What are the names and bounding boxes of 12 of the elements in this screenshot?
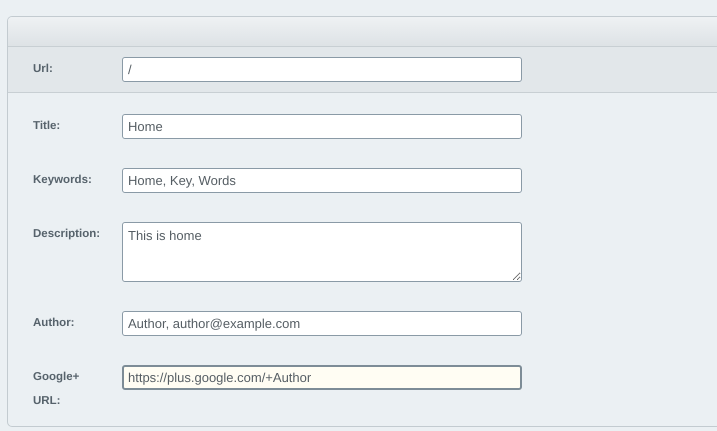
input-field[interactable]: https://plus.google.com/+Author [122, 365, 522, 390]
field-label: Keywords: [33, 173, 93, 188]
field-label: Url: [33, 62, 54, 77]
input-field[interactable]: Home [122, 114, 522, 139]
url-input-field[interactable]: / [122, 57, 522, 82]
field-label: Description: [33, 227, 102, 242]
textarea-field[interactable]: This is home [122, 222, 522, 282]
field-label: Title: [33, 119, 62, 134]
field-label: Google+ URL: [33, 370, 80, 409]
field-label: Author: [33, 316, 76, 331]
input-field[interactable]: Home, Key, Words [122, 168, 522, 193]
input-field[interactable]: Author, author@example.com [122, 311, 522, 336]
